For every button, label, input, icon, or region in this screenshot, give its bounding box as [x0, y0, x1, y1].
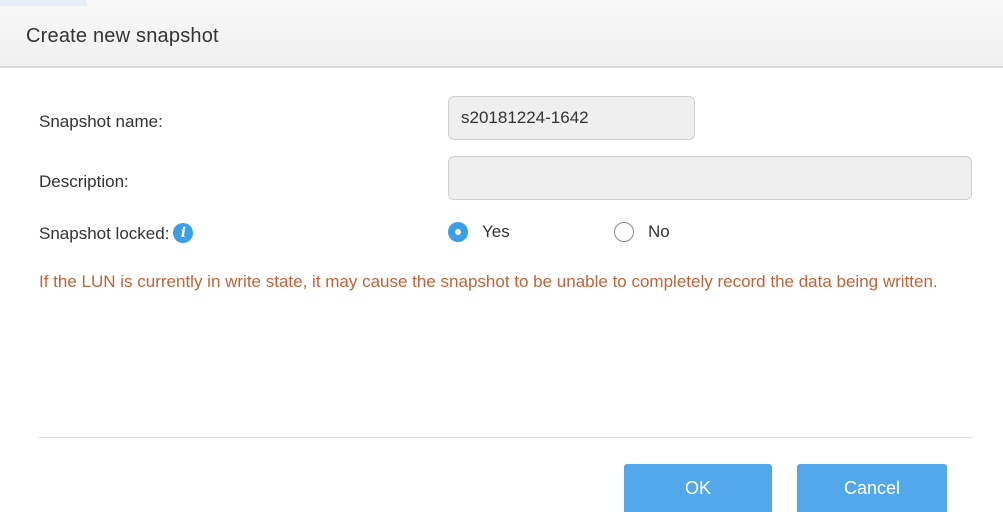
dialog-titlebar: Create new snapshot: [0, 0, 1003, 68]
create-snapshot-dialog: Create new snapshot Snapshot name: Descr…: [0, 0, 1003, 512]
titlebar-corner-tab: [0, 0, 87, 6]
snapshot-name-input[interactable]: [448, 96, 695, 140]
ok-button[interactable]: OK: [624, 464, 772, 512]
dialog-title: Create new snapshot: [26, 25, 219, 47]
radio-no-label: No: [648, 222, 670, 241]
radio-no-circle[interactable]: [614, 222, 634, 242]
radio-yes[interactable]: Yes: [448, 222, 510, 242]
radio-yes-circle[interactable]: [448, 222, 468, 242]
cancel-button[interactable]: Cancel: [797, 464, 947, 512]
snapshot-locked-row: Snapshot locked: i: [39, 223, 194, 244]
snapshot-name-label: Snapshot name:: [39, 112, 163, 131]
radio-yes-label: Yes: [482, 222, 510, 241]
description-input[interactable]: [448, 156, 972, 200]
warning-message: If the LUN is currently in write state, …: [39, 272, 938, 291]
snapshot-locked-label: Snapshot locked:: [39, 224, 170, 243]
radio-no[interactable]: No: [614, 222, 670, 242]
info-icon[interactable]: i: [173, 223, 194, 244]
footer-divider: [39, 437, 972, 438]
description-label: Description:: [39, 172, 129, 191]
